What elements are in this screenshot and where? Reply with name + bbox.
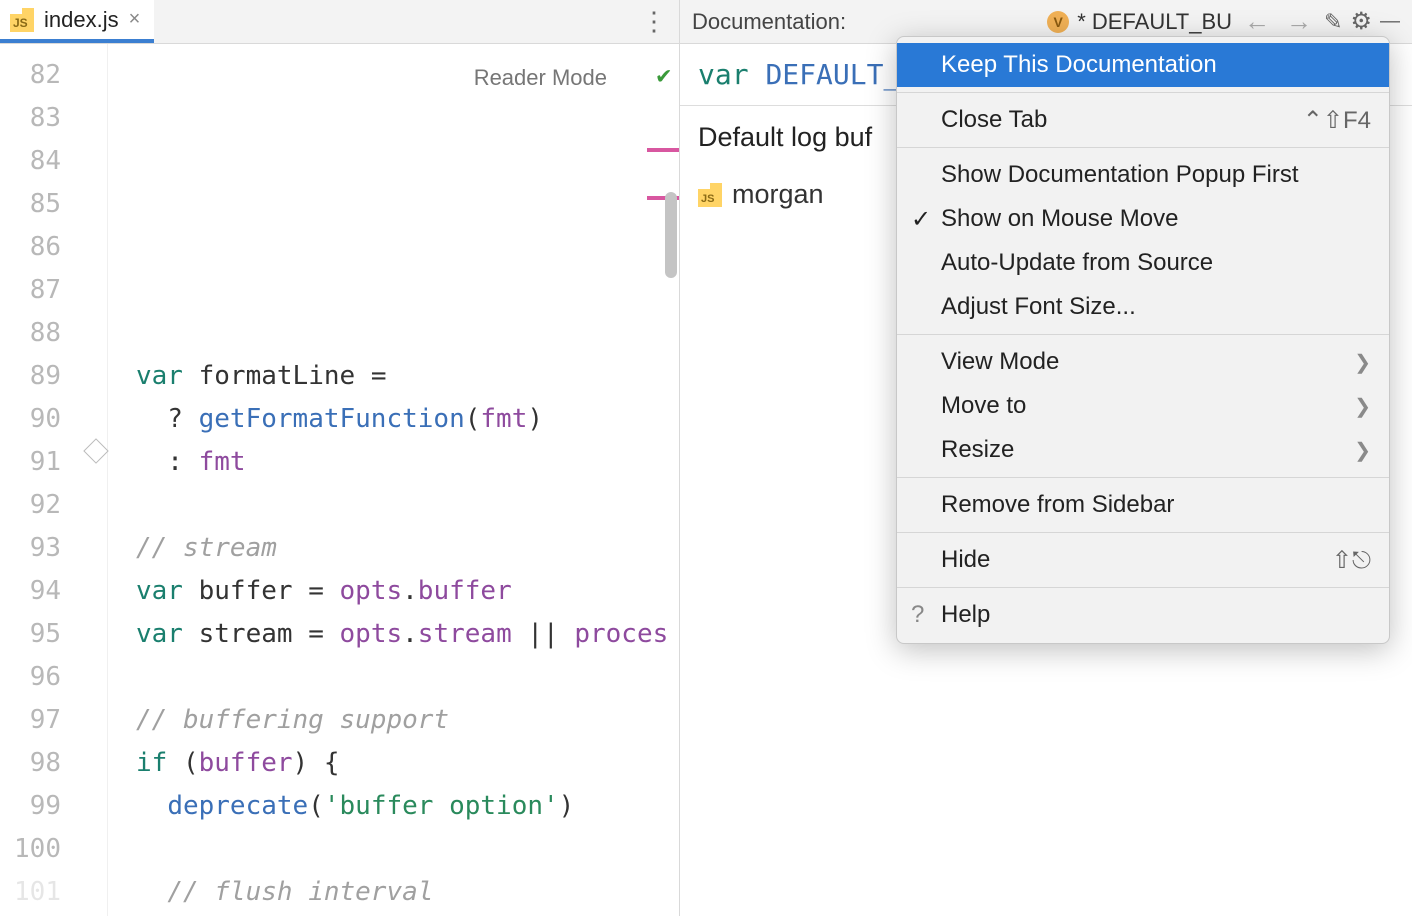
menu-item[interactable]: ? Help [897, 593, 1389, 637]
chevron-right-icon: ❯ [1354, 438, 1371, 463]
line-number: 83 [0, 97, 61, 140]
code-line[interactable]: // stream [108, 527, 679, 570]
line-number: 89 [0, 355, 61, 398]
menu-item[interactable]: Resize ❯ [897, 428, 1389, 472]
help-icon: ? [911, 601, 924, 629]
tab-overflow-icon[interactable]: ⋮ [629, 0, 679, 43]
line-number: 97 [0, 699, 61, 742]
menu-item-label: Keep This Documentation [941, 51, 1217, 79]
menu-item-label: Auto-Update from Source [941, 249, 1213, 277]
origin-name: morgan [732, 179, 824, 210]
code-line[interactable]: var formatLine = [108, 355, 679, 398]
line-number: 87 [0, 269, 61, 312]
line-number: 94 [0, 570, 61, 613]
inspection-check-icon[interactable]: ✔ [657, 54, 671, 97]
menu-item[interactable]: View Mode ❯ [897, 340, 1389, 384]
editor-tab-bar: JS index.js × ⋮ [0, 0, 679, 44]
menu-item-label: Show on Mouse Move [941, 205, 1178, 233]
menu-item[interactable]: Show Documentation Popup First [897, 153, 1389, 197]
menu-separator [897, 334, 1389, 335]
code-content[interactable]: Reader Mode ✔ var formatLine = ? getForm… [108, 44, 679, 916]
line-number-gutter: 8283848586878889909192939495969798991001… [0, 44, 108, 916]
line-number: 91 [0, 441, 61, 484]
menu-separator [897, 147, 1389, 148]
menu-item-label: Show Documentation Popup First [941, 161, 1299, 189]
documentation-context-menu: Keep This DocumentationClose Tab⌃⇧F4Show… [896, 36, 1390, 644]
code-line[interactable]: // buffering support [108, 699, 679, 742]
check-icon: ✓ [911, 205, 931, 234]
line-number: 90 [0, 398, 61, 441]
menu-item-label: Adjust Font Size... [941, 293, 1136, 321]
menu-separator [897, 532, 1389, 533]
line-number: 99 [0, 785, 61, 828]
menu-item[interactable]: Adjust Font Size... [897, 285, 1389, 329]
editor-tab-indexjs[interactable]: JS index.js × [0, 0, 154, 43]
code-line[interactable] [108, 828, 679, 871]
line-number: 100 [0, 828, 61, 871]
nav-forward-icon[interactable]: → [1282, 6, 1316, 37]
close-icon[interactable]: × [129, 8, 141, 31]
menu-item[interactable]: Remove from Sidebar [897, 483, 1389, 527]
code-line[interactable] [108, 484, 679, 527]
menu-item-label: Resize [941, 436, 1014, 464]
menu-item-label: View Mode [941, 348, 1059, 376]
menu-separator [897, 477, 1389, 478]
js-file-icon: JS [698, 183, 722, 207]
line-number: 98 [0, 742, 61, 785]
menu-shortcut: ⇧⎋ [1332, 546, 1371, 575]
menu-item[interactable]: Move to ❯ [897, 384, 1389, 428]
menu-item[interactable]: Auto-Update from Source [897, 241, 1389, 285]
line-number: 85 [0, 183, 61, 226]
line-number: 84 [0, 140, 61, 183]
scrollbar-thumb[interactable] [665, 192, 677, 278]
line-number: 101 [0, 871, 61, 914]
code-line[interactable]: deprecate('buffer option') [108, 785, 679, 828]
code-line[interactable]: var stream = opts.stream || proces [108, 613, 679, 656]
chevron-right-icon: ❯ [1354, 394, 1371, 419]
menu-separator [897, 587, 1389, 588]
menu-item-label: Move to [941, 392, 1026, 420]
code-line[interactable]: // flush interval [108, 871, 679, 914]
menu-item-label: Hide [941, 546, 990, 574]
line-number: 86 [0, 226, 61, 269]
code-line[interactable] [108, 656, 679, 699]
menu-item-label: Remove from Sidebar [941, 491, 1174, 519]
line-number: 88 [0, 312, 61, 355]
chevron-right-icon: ❯ [1354, 350, 1371, 375]
code-line[interactable]: : fmt [108, 441, 679, 484]
code-line[interactable]: if (buffer) { [108, 742, 679, 785]
documentation-title: * DEFAULT_BU [1077, 9, 1232, 35]
nav-back-icon[interactable]: ← [1240, 6, 1274, 37]
menu-item-label: Close Tab [941, 106, 1047, 134]
signature-name: DEFAULT_ [765, 58, 900, 91]
variable-badge-icon: V [1047, 11, 1069, 33]
editor-body[interactable]: 8283848586878889909192939495969798991001… [0, 44, 679, 916]
fold-marker-icon[interactable] [83, 438, 108, 463]
editor-pane: JS index.js × ⋮ 828384858687888990919293… [0, 0, 680, 916]
menu-item[interactable]: Keep This Documentation [897, 43, 1389, 87]
error-stripe-marker[interactable] [647, 148, 679, 152]
minimize-icon[interactable]: — [1380, 10, 1400, 33]
line-number: 93 [0, 527, 61, 570]
line-number: 92 [0, 484, 61, 527]
menu-separator [897, 92, 1389, 93]
gear-icon[interactable]: ⚙ [1350, 7, 1372, 36]
edit-icon[interactable]: ✎ [1324, 9, 1342, 35]
documentation-label: Documentation: [692, 9, 846, 35]
menu-item[interactable]: Close Tab ⌃⇧F4 [897, 98, 1389, 142]
js-file-icon: JS [10, 8, 34, 32]
signature-keyword: var [698, 58, 749, 91]
line-number: 95 [0, 613, 61, 656]
line-number: 82 [0, 54, 61, 97]
line-number: 96 [0, 656, 61, 699]
code-line[interactable]: ? getFormatFunction(fmt) [108, 398, 679, 441]
menu-shortcut: ⌃⇧F4 [1303, 106, 1371, 135]
code-line[interactable]: var buffer = opts.buffer [108, 570, 679, 613]
reader-mode-label: Reader Mode [474, 56, 607, 99]
tab-filename: index.js [44, 7, 119, 33]
menu-item-label: Help [941, 601, 990, 629]
menu-item[interactable]: ✓ Show on Mouse Move [897, 197, 1389, 241]
menu-item[interactable]: Hide ⇧⎋ [897, 538, 1389, 582]
